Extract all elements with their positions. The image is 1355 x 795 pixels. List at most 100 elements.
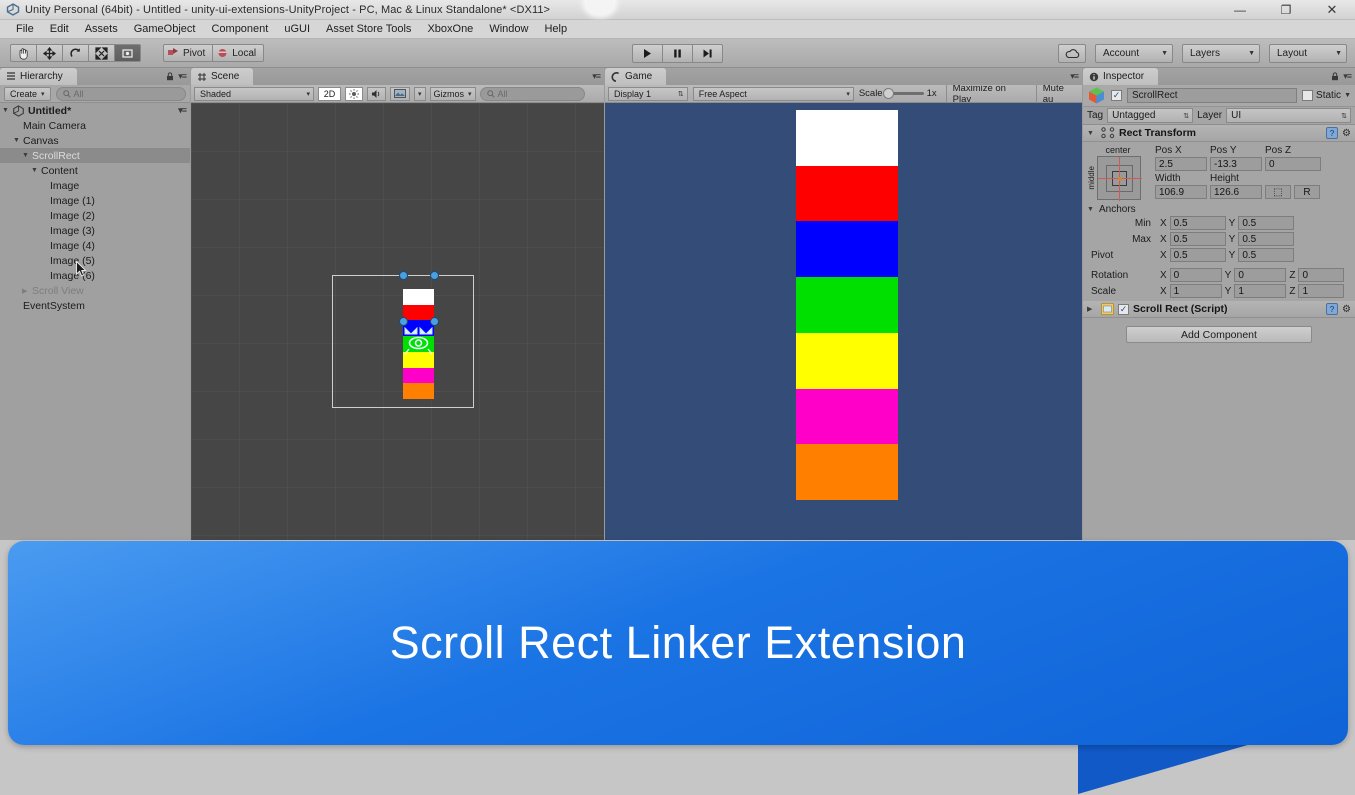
chevron-down-icon[interactable]: ▼	[1344, 92, 1351, 99]
play-button[interactable]	[632, 44, 663, 63]
anchor-min-x-field[interactable]: 0.5	[1169, 216, 1226, 230]
pivot-x-field[interactable]: 0.5	[1169, 248, 1226, 262]
scene-search-input[interactable]: All	[479, 86, 585, 101]
hierarchy-row-canvas[interactable]: ▼ Canvas	[0, 133, 190, 148]
hierarchy-row-image-4[interactable]: Image (4)	[0, 238, 190, 253]
mute-audio-toggle[interactable]: Mute au	[1035, 85, 1082, 102]
chevron-down-icon[interactable]: ▼	[31, 167, 41, 174]
toggle-2d-button[interactable]: 2D	[318, 86, 341, 101]
pause-button[interactable]	[662, 44, 693, 63]
hierarchy-row-eventsystem[interactable]: EventSystem	[0, 298, 190, 313]
pivot-toggle[interactable]: Pivot	[163, 44, 214, 62]
blueprint-mode-button[interactable]: ⬚	[1265, 185, 1291, 199]
minimize-button[interactable]: —	[1217, 0, 1263, 20]
selection-handle-1[interactable]	[430, 271, 439, 280]
hierarchy-row-root[interactable]: ▼ Untitled* ▾≡	[0, 103, 190, 118]
hierarchy-scene-menu-icon[interactable]: ▾≡	[178, 105, 187, 116]
hierarchy-search-input[interactable]: All	[55, 86, 186, 101]
gear-icon[interactable]: ⚙	[1342, 128, 1351, 139]
tab-game[interactable]: Game	[605, 68, 667, 85]
hierarchy-row-image-2[interactable]: Image (2)	[0, 208, 190, 223]
menu-item-file[interactable]: File	[8, 23, 42, 35]
layers-dropdown[interactable]: Layers ▼	[1182, 44, 1260, 63]
pos-z-field[interactable]: 0	[1265, 157, 1321, 171]
scale-z-field[interactable]: 1	[1298, 284, 1345, 298]
help-icon[interactable]: ?	[1326, 303, 1339, 315]
chevron-down-icon[interactable]: ▼	[22, 152, 32, 159]
menu-item-component[interactable]: Component	[203, 23, 276, 35]
hierarchy-row-image-1[interactable]: Image (1)	[0, 193, 190, 208]
help-icon[interactable]: ?	[1326, 127, 1339, 139]
shading-mode-dropdown[interactable]: Shaded ▾	[194, 86, 314, 101]
scale-x-field[interactable]: 1	[1169, 284, 1222, 298]
menu-item-gameobject[interactable]: GameObject	[126, 23, 204, 35]
chevron-down-icon[interactable]: ▼	[1087, 130, 1097, 137]
account-dropdown[interactable]: Account ▼	[1095, 44, 1173, 63]
menu-item-ugui[interactable]: uGUI	[276, 23, 318, 35]
close-button[interactable]: ✕	[1309, 0, 1355, 20]
scene-effects-icon[interactable]	[390, 86, 410, 101]
rect-transform-header[interactable]: ▼ Rect Transform ? ⚙	[1083, 125, 1355, 142]
chevron-down-icon[interactable]: ▼	[13, 137, 23, 144]
scene-audio-icon[interactable]	[367, 86, 386, 101]
tab-scene[interactable]: Scene	[191, 68, 254, 85]
add-component-button[interactable]: Add Component	[1126, 326, 1312, 343]
scroll-rect-enabled-checkbox[interactable]: ✓	[1118, 303, 1129, 315]
aspect-dropdown[interactable]: Free Aspect ▾	[692, 86, 854, 101]
hierarchy-row-scrollrect[interactable]: ▼ ScrollRect	[0, 148, 190, 163]
scene-options-icon[interactable]: ▾≡	[592, 71, 601, 82]
height-field[interactable]: 126.6	[1210, 185, 1262, 199]
hierarchy-row-image-6[interactable]: Image (6)	[0, 268, 190, 283]
scale-tool-icon[interactable]	[88, 44, 115, 62]
static-toggle[interactable]: ✓ Static ▼	[1302, 90, 1351, 101]
anchor-max-y-field[interactable]: 0.5	[1238, 232, 1295, 246]
game-options-icon[interactable]: ▾≡	[1070, 71, 1079, 82]
display-dropdown[interactable]: Display 1 ⇅	[608, 86, 688, 101]
anchor-min-y-field[interactable]: 0.5	[1238, 216, 1295, 230]
step-button[interactable]	[692, 44, 723, 63]
scene-viewport[interactable]	[191, 103, 604, 557]
inspector-options-icon[interactable]: ▾≡	[1343, 71, 1352, 82]
hierarchy-row-image-5[interactable]: Image (5)	[0, 253, 190, 268]
gear-icon[interactable]: ⚙	[1342, 304, 1351, 315]
hierarchy-row-image-3[interactable]: Image (3)	[0, 223, 190, 238]
scroll-rect-header[interactable]: ▶ ✓ Scroll Rect (Script) ? ⚙	[1083, 301, 1355, 318]
hierarchy-row-image[interactable]: Image	[0, 178, 190, 193]
scale-slider-track[interactable]	[882, 88, 924, 99]
selection-handle-0[interactable]	[399, 271, 408, 280]
create-button[interactable]: Create ▾	[4, 86, 51, 101]
object-enabled-checkbox[interactable]: ✓	[1111, 90, 1122, 101]
hierarchy-row-content[interactable]: ▼ Content	[0, 163, 190, 178]
pos-y-field[interactable]: -13.3	[1210, 157, 1262, 171]
tag-dropdown[interactable]: Untagged ⇅	[1107, 108, 1194, 123]
hierarchy-row-scroll-view[interactable]: ▶ Scroll View	[0, 283, 190, 298]
anchor-preset-widget[interactable]	[1097, 156, 1142, 201]
raw-edit-button[interactable]: R	[1294, 185, 1320, 199]
scale-y-field[interactable]: 1	[1234, 284, 1287, 298]
object-name-field[interactable]: ScrollRect	[1127, 88, 1298, 103]
menu-item-edit[interactable]: Edit	[42, 23, 77, 35]
gizmos-dropdown[interactable]: Gizmos ▾	[429, 86, 476, 101]
hierarchy-row-main-camera[interactable]: Main Camera	[0, 118, 190, 133]
rect-tool-icon[interactable]	[114, 44, 141, 62]
rotation-y-field[interactable]: 0	[1234, 268, 1287, 282]
static-checkbox[interactable]: ✓	[1302, 90, 1314, 101]
scale-slider-knob[interactable]	[882, 88, 894, 99]
menu-item-assets[interactable]: Assets	[77, 23, 126, 35]
pos-x-field[interactable]: 2.5	[1155, 157, 1207, 171]
rotation-x-field[interactable]: 0	[1169, 268, 1222, 282]
rotate-tool-icon[interactable]	[62, 44, 89, 62]
tab-inspector[interactable]: Inspector	[1083, 68, 1159, 85]
game-viewport[interactable]	[605, 103, 1082, 557]
layer-dropdown[interactable]: UI ⇅	[1226, 108, 1351, 123]
local-toggle[interactable]: Local	[212, 44, 265, 62]
menu-item-help[interactable]: Help	[536, 23, 575, 35]
restore-button[interactable]: ❐	[1263, 0, 1309, 20]
move-tool-icon[interactable]	[36, 44, 63, 62]
chevron-right-icon[interactable]: ▶	[1087, 305, 1097, 313]
chevron-down-icon[interactable]: ▼	[2, 107, 12, 114]
maximize-on-play-toggle[interactable]: Maximize on Play	[945, 85, 1031, 102]
width-field[interactable]: 106.9	[1155, 185, 1207, 199]
menu-item-xboxone[interactable]: XboxOne	[419, 23, 481, 35]
scene-lighting-icon[interactable]	[345, 86, 363, 101]
